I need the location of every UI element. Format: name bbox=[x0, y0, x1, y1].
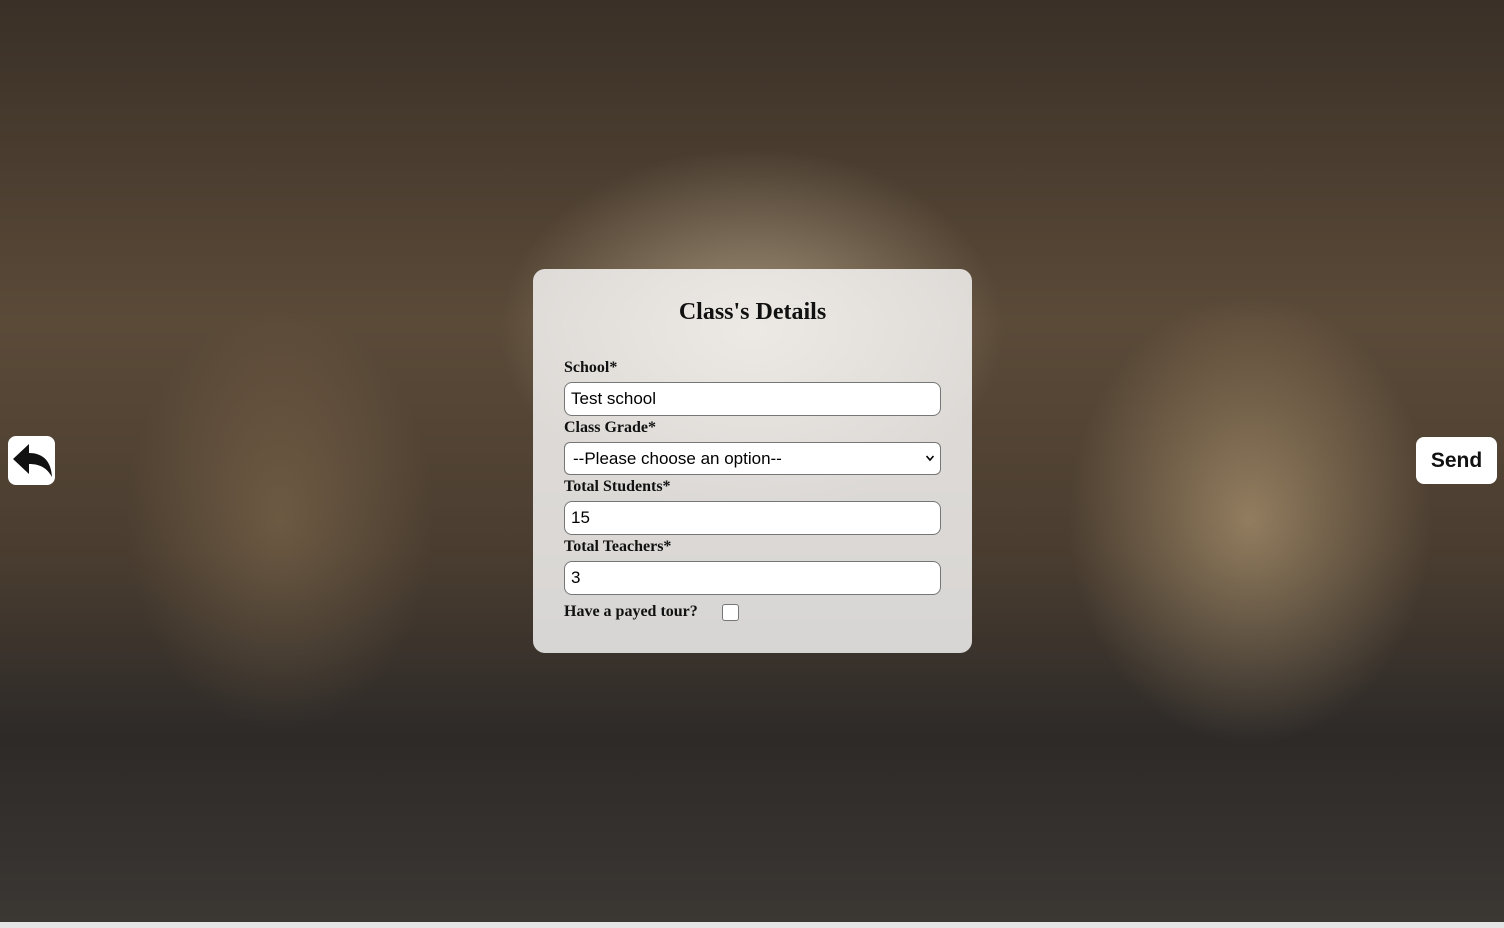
paid-tour-label: Have a payed tour? bbox=[564, 603, 698, 620]
total-students-input[interactable]: 15 bbox=[564, 501, 941, 535]
reply-arrow-icon bbox=[13, 444, 52, 477]
form-title: Class's Details bbox=[678, 299, 827, 325]
school-label: School* bbox=[564, 359, 618, 376]
paid-tour-checkbox[interactable] bbox=[722, 604, 739, 621]
class-grade-label: Class Grade* bbox=[564, 419, 656, 436]
total-teachers-label: Total Teachers* bbox=[564, 538, 672, 555]
class-grade-select[interactable]: --Please choose an option-- bbox=[564, 442, 941, 475]
back-button[interactable] bbox=[8, 436, 55, 485]
total-students-label: Total Students* bbox=[564, 478, 671, 495]
class-details-form: Class's Details School* Test school Clas… bbox=[533, 269, 972, 653]
send-button[interactable]: Send bbox=[1416, 437, 1497, 484]
total-teachers-input[interactable]: 3 bbox=[564, 561, 941, 595]
class-grade-selected: --Please choose an option-- bbox=[573, 449, 782, 468]
bottom-scrollbar[interactable] bbox=[0, 922, 1504, 928]
school-input[interactable]: Test school bbox=[564, 382, 941, 416]
chevron-down-icon bbox=[926, 455, 934, 462]
